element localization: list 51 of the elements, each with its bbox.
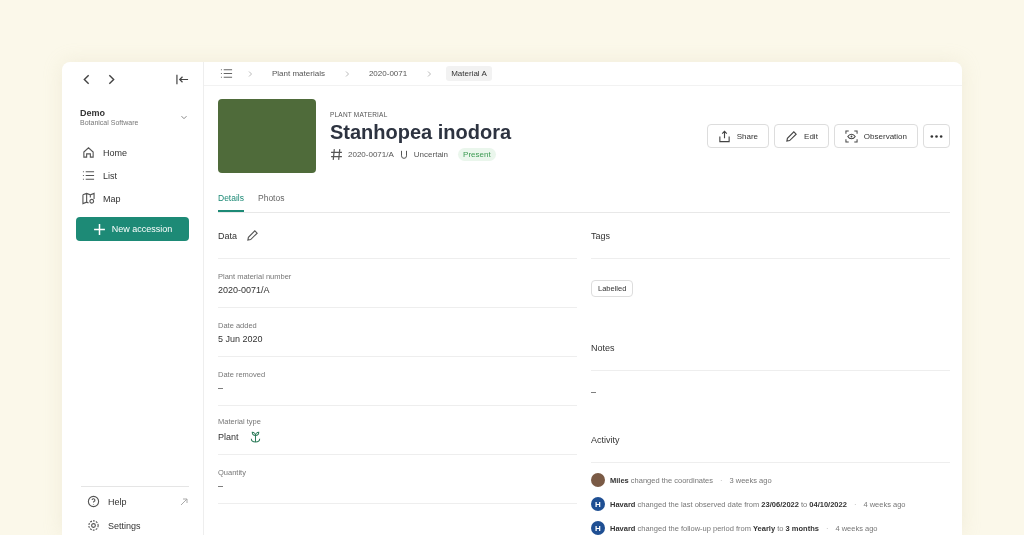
sprout-icon	[248, 430, 262, 443]
field-value: 5 Jun 2020	[218, 333, 263, 344]
list-icon	[82, 169, 95, 182]
material-number: 2020-0071/A	[348, 150, 394, 159]
sidebar-item[interactable]: List	[76, 169, 189, 182]
breadcrumb-item[interactable]: Plant materials	[267, 66, 330, 81]
new-accession-button[interactable]: New accession	[76, 217, 189, 241]
pencil-icon[interactable]	[246, 229, 259, 242]
page-title: Stanhopea inodora	[330, 121, 512, 144]
avatar: H	[591, 497, 605, 511]
field-value: –	[218, 382, 223, 393]
notes-value: –	[591, 386, 597, 399]
external-link-icon	[179, 496, 189, 507]
hash-icon	[330, 148, 343, 161]
sidebar-item[interactable]: Settings	[81, 519, 189, 532]
home-icon	[82, 146, 95, 159]
tab[interactable]: Photos	[258, 193, 285, 212]
pencil-icon	[785, 129, 799, 143]
section-title: Activity	[591, 434, 620, 445]
status-badge: Present	[458, 148, 496, 161]
more-button[interactable]	[923, 124, 950, 148]
plus-icon	[92, 222, 106, 236]
sidebar-item[interactable]: Home	[76, 146, 189, 159]
sidebar-item[interactable]: Help	[81, 495, 189, 508]
action-button[interactable]: Edit	[774, 124, 829, 148]
section-title: Notes	[591, 342, 615, 353]
field-value: –	[218, 480, 223, 491]
action-button[interactable]: Share	[706, 124, 770, 148]
help-icon	[87, 495, 100, 508]
sidebar-item[interactable]: Map	[76, 192, 189, 205]
menu-icon[interactable]	[220, 67, 233, 80]
eye-scan-icon	[844, 129, 858, 143]
section-title: Data	[218, 230, 237, 241]
workspace-name: Demo	[80, 108, 106, 118]
share-icon	[717, 129, 731, 143]
avatar	[591, 473, 605, 487]
breadcrumb-item[interactable]: Material A	[446, 66, 492, 81]
tab[interactable]: Details	[218, 193, 244, 212]
map-icon	[82, 192, 95, 205]
section-title: Tags	[591, 230, 610, 241]
settings-icon	[87, 519, 100, 532]
u-icon	[398, 149, 409, 160]
chevron-right-icon	[246, 69, 254, 78]
action-button[interactable]: Observation	[833, 124, 918, 148]
field-value: Plant	[218, 431, 239, 442]
breadcrumb-item[interactable]: 2020-0071	[363, 66, 413, 81]
field-value: 2020-0071/A	[218, 284, 270, 295]
collapse-sidebar-icon[interactable]	[176, 72, 189, 86]
chevron-right-icon	[425, 69, 434, 78]
avatar: H	[591, 521, 605, 535]
certainty-label: Uncertain	[413, 150, 449, 159]
